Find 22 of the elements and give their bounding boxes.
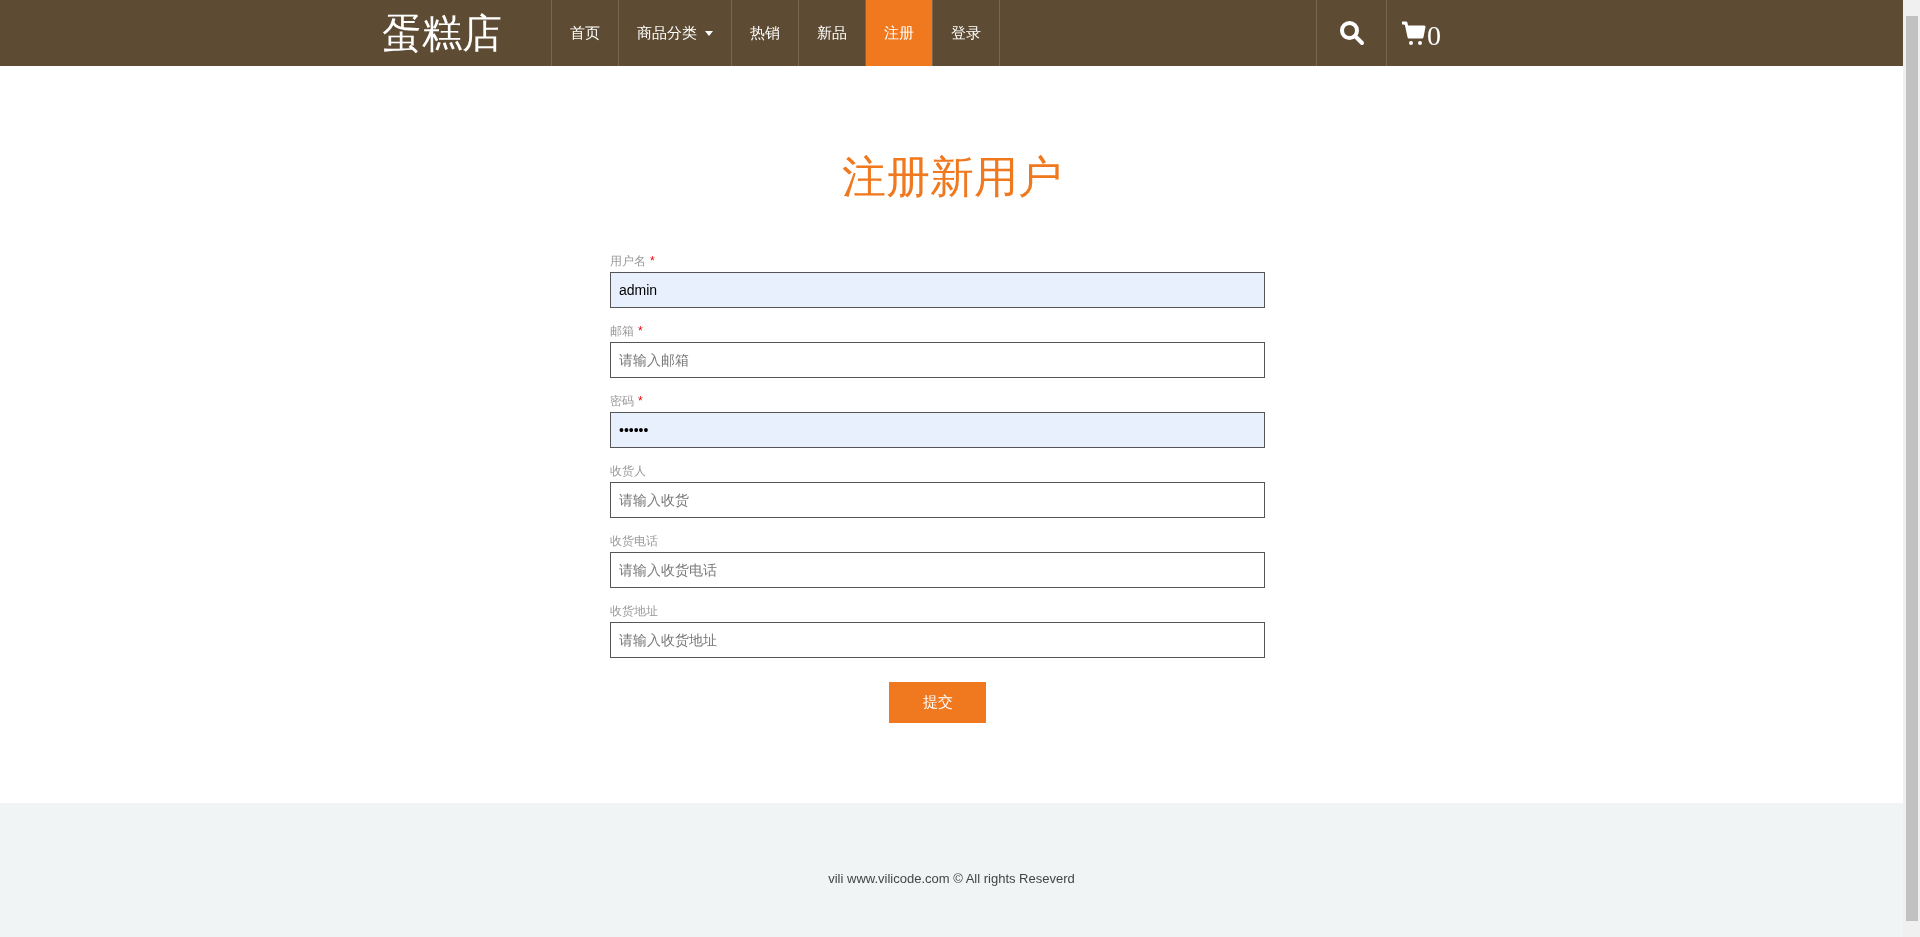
field-label: 用户名 *	[610, 253, 656, 270]
input-field[interactable]: 请输入收货地址	[610, 622, 1265, 658]
input-field[interactable]: 请输入收货电话	[610, 552, 1265, 588]
field-label: 收货地址	[610, 603, 659, 620]
input-field[interactable]: 请输入邮箱	[610, 342, 1265, 378]
field-label: 收货人	[610, 463, 647, 480]
nav-link[interactable]: 商品分类	[619, 0, 732, 66]
field-label: 收货电话	[610, 533, 659, 550]
copyright-text: vili www.vilicode.com © All rights Reseverd	[828, 870, 1075, 889]
nav-link[interactable]: 热销	[732, 0, 799, 66]
site-logo[interactable]: 蛋糕店	[382, 0, 551, 66]
nav-link[interactable]: 首页	[552, 0, 619, 66]
search-icon	[1338, 20, 1365, 46]
cart-icon	[1401, 21, 1427, 47]
nav-link[interactable]: 登录	[933, 0, 1000, 66]
page-title: 注册新用户	[841, 151, 1062, 203]
field-label: 邮箱 *	[610, 323, 644, 340]
input-field[interactable]: ••••••	[610, 412, 1265, 448]
input-field[interactable]: 请输入收货	[610, 482, 1265, 518]
cart-button[interactable]: 0	[1387, 0, 1441, 66]
input-field[interactable]: admin	[610, 272, 1265, 308]
field-label: 密码 *	[610, 393, 644, 410]
